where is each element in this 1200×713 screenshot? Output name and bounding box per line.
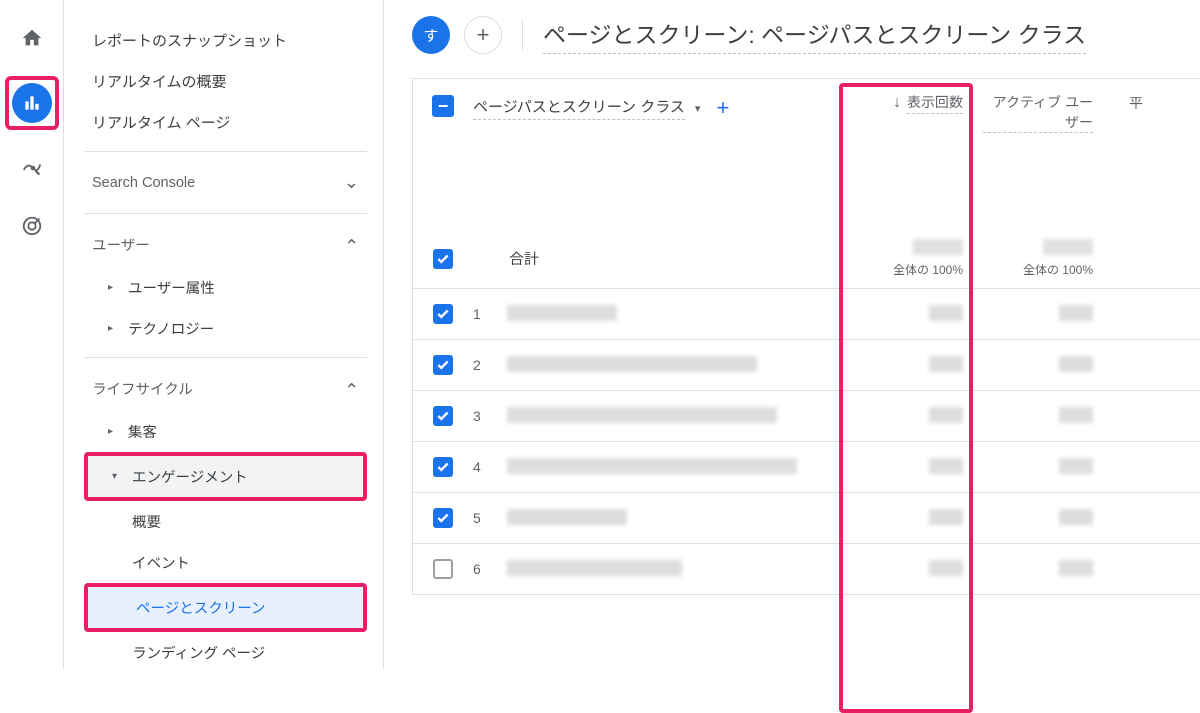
select-all-checkbox[interactable]: − — [432, 95, 454, 117]
row-checkbox[interactable] — [433, 304, 453, 324]
row-index: 3 — [473, 408, 507, 424]
row-metric-2 — [973, 407, 1103, 426]
section-user[interactable]: ユーザー ⌄ — [84, 222, 367, 267]
metric-active-users-header[interactable]: アクティブ ユーザー — [973, 93, 1103, 133]
row-dimension[interactable] — [507, 356, 843, 375]
row-metric-2 — [973, 509, 1103, 528]
table-row: 6 — [413, 544, 1200, 595]
sidebar: レポートのスナップショット リアルタイムの概要 リアルタイム ページ Searc… — [64, 0, 384, 669]
table-header: − ページパスとスクリーン クラス ▾ + ↓ 表示回数 アクティブ ユーザー … — [413, 79, 1200, 289]
triangle-right-icon: ▸ — [108, 426, 118, 437]
reports-icon[interactable] — [12, 83, 52, 123]
separator — [522, 20, 523, 50]
metric-partial-header: 平 — [1103, 93, 1143, 113]
add-segment-button[interactable]: + — [464, 16, 502, 54]
row-index: 1 — [473, 306, 507, 322]
row-index: 5 — [473, 510, 507, 526]
chevron-down-icon: ⌄ — [344, 172, 359, 193]
total-checkbox[interactable] — [433, 249, 453, 269]
total-metric-1: 全体の 100% — [843, 239, 973, 278]
row-metric-2 — [973, 356, 1103, 375]
row-checkbox[interactable] — [433, 508, 453, 528]
nav-overview[interactable]: 概要 — [84, 501, 367, 542]
nav-realtime-page[interactable]: リアルタイム ページ — [84, 102, 367, 143]
dropdown-caret-icon: ▾ — [695, 102, 701, 115]
nav-acquisition[interactable]: ▸ 集客 — [84, 411, 367, 452]
row-checkbox[interactable] — [433, 559, 453, 579]
table-row: 5 — [413, 493, 1200, 544]
row-dimension[interactable] — [507, 509, 843, 528]
page-title: ページとスクリーン: ページパスとスクリーン クラス — [543, 16, 1086, 54]
row-dimension[interactable] — [507, 458, 843, 477]
total-metric-2: 全体の 100% — [973, 239, 1103, 278]
total-label: 合計 — [473, 248, 843, 269]
row-checkbox[interactable] — [433, 457, 453, 477]
row-dimension[interactable] — [507, 560, 843, 579]
chevron-up-icon: ⌄ — [344, 234, 359, 255]
highlight-box — [839, 83, 973, 713]
section-label: ライフサイクル — [92, 378, 193, 399]
table-row: 2 — [413, 340, 1200, 391]
home-icon[interactable] — [12, 18, 52, 58]
data-table: − ページパスとスクリーン クラス ▾ + ↓ 表示回数 アクティブ ユーザー … — [412, 78, 1200, 595]
triangle-down-icon: ▾ — [112, 471, 122, 482]
total-row: 合計 全体の 100% 全体の 100% — [413, 239, 1200, 278]
row-dimension[interactable] — [507, 305, 843, 324]
table-body: 1 2 3 4 5 6 — [413, 289, 1200, 595]
row-index: 2 — [473, 357, 507, 373]
dimension-selector[interactable]: ページパスとスクリーン クラス ▾ + — [473, 93, 843, 121]
row-checkbox[interactable] — [433, 406, 453, 426]
nav-landing[interactable]: ランディング ページ — [84, 632, 367, 669]
row-checkbox[interactable] — [433, 355, 453, 375]
segment-chip[interactable]: す — [412, 16, 450, 54]
nav-pages-screens[interactable]: ページとスクリーン — [88, 587, 363, 628]
main-content: す + ページとスクリーン: ページパスとスクリーン クラス − ページパスとス… — [384, 0, 1200, 669]
row-index: 6 — [473, 561, 507, 577]
nav-events[interactable]: イベント — [84, 542, 367, 583]
row-dimension[interactable] — [507, 407, 843, 426]
row-metric-2 — [973, 458, 1103, 477]
table-row: 1 — [413, 289, 1200, 340]
nav-snapshot[interactable]: レポートのスナップショット — [84, 20, 367, 61]
nav-rail — [0, 0, 64, 669]
section-lifecycle[interactable]: ライフサイクル ⌄ — [84, 366, 367, 411]
nav-engagement[interactable]: ▾ エンゲージメント — [88, 456, 363, 497]
table-row: 3 — [413, 391, 1200, 442]
triangle-right-icon: ▸ — [108, 323, 118, 334]
section-label: ユーザー — [92, 234, 150, 255]
title-bar: す + ページとスクリーン: ページパスとスクリーン クラス — [384, 0, 1200, 78]
nav-realtime-overview[interactable]: リアルタイムの概要 — [84, 61, 367, 102]
row-metric-2 — [973, 305, 1103, 324]
triangle-right-icon: ▸ — [108, 282, 118, 293]
nav-user-attributes[interactable]: ▸ ユーザー属性 — [84, 267, 367, 308]
section-label: Search Console — [92, 175, 195, 191]
advertising-icon[interactable] — [12, 206, 52, 246]
table-row: 4 — [413, 442, 1200, 493]
nav-technology[interactable]: ▸ テクノロジー — [84, 308, 367, 349]
row-metric-2 — [973, 560, 1103, 579]
section-search-console[interactable]: Search Console ⌄ — [84, 160, 367, 205]
explore-icon[interactable] — [12, 148, 52, 188]
chevron-up-icon: ⌄ — [344, 378, 359, 399]
add-dimension-button[interactable]: + — [716, 95, 729, 121]
row-index: 4 — [473, 459, 507, 475]
